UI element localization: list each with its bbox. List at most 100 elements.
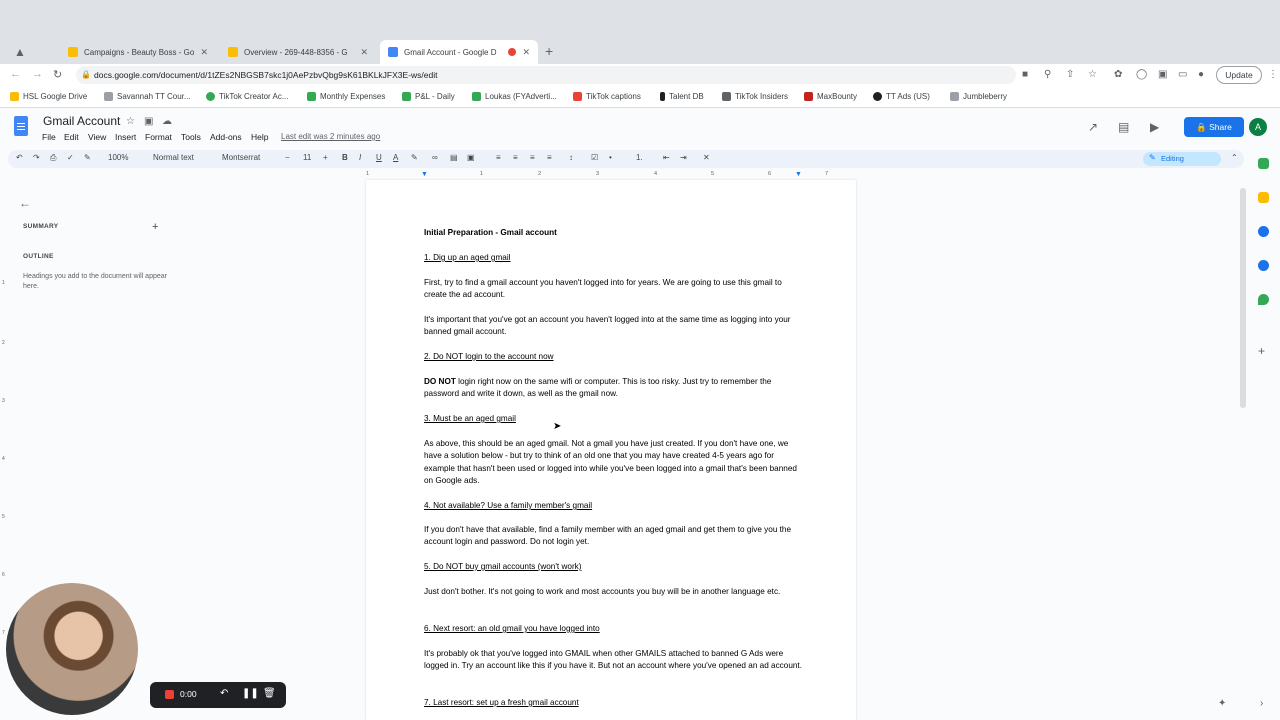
decrease-indent-icon[interactable]: ⇤: [663, 153, 670, 162]
new-tab-button[interactable]: +: [545, 43, 553, 59]
menu-addons[interactable]: Add-ons: [210, 132, 242, 142]
menu-insert[interactable]: Insert: [115, 132, 136, 142]
close-icon[interactable]: ✕: [200, 47, 208, 58]
meet-icon[interactable]: ▶: [1150, 120, 1159, 134]
tab-overview[interactable]: Overview - 269-448-8356 - G ✕: [220, 40, 376, 64]
puzzle-icon[interactable]: ▣: [1158, 69, 1167, 80]
increase-indent-icon[interactable]: ⇥: [680, 153, 687, 162]
side-panel-toggle-icon[interactable]: ›: [1260, 698, 1263, 709]
menu-edit[interactable]: Edit: [64, 132, 79, 142]
line-spacing-icon[interactable]: ↕: [569, 153, 573, 162]
maps-icon[interactable]: [1258, 294, 1269, 305]
share-button[interactable]: 🔒 Share: [1184, 117, 1244, 137]
forward-icon[interactable]: →: [32, 68, 43, 80]
menu-tools[interactable]: Tools: [181, 132, 201, 142]
style-select[interactable]: Normal text: [153, 153, 194, 162]
reading-list-icon[interactable]: ▭: [1178, 69, 1187, 80]
lock-icon[interactable]: 🔒: [81, 70, 91, 79]
scrollbar[interactable]: [1240, 188, 1246, 408]
menu-file[interactable]: File: [42, 132, 56, 142]
tab-gmail-account[interactable]: Gmail Account - Google D ✕: [380, 40, 538, 64]
menu-help[interactable]: Help: [251, 132, 268, 142]
checklist-icon[interactable]: ☑: [591, 153, 598, 162]
horizontal-ruler[interactable]: 1 1 2 3 4 5 6 7: [366, 171, 856, 180]
increase-font-icon[interactable]: +: [323, 153, 328, 162]
bookmark-item[interactable]: TikTok Creator Ac...: [206, 92, 289, 101]
tasks-icon[interactable]: [1258, 226, 1269, 237]
share-page-icon[interactable]: ⇧: [1066, 69, 1074, 80]
more-icon[interactable]: ⋮: [1268, 69, 1278, 80]
avatar[interactable]: A: [1249, 118, 1267, 136]
bookmark-item[interactable]: HSL Google Drive: [10, 92, 87, 101]
comments-icon[interactable]: ▤: [1118, 120, 1129, 134]
camera-icon[interactable]: ■: [1022, 69, 1028, 80]
extension-icon[interactable]: ✿: [1114, 69, 1122, 80]
bookmark-star-icon[interactable]: ☆: [1088, 69, 1097, 80]
webcam-bubble[interactable]: [6, 583, 138, 715]
text-color-icon[interactable]: A: [393, 153, 398, 162]
bookmark-item[interactable]: TT Ads (US): [873, 92, 930, 101]
activity-icon[interactable]: ↗: [1088, 120, 1098, 134]
align-center-icon[interactable]: ≡: [513, 153, 518, 162]
clear-formatting-icon[interactable]: ✕: [703, 153, 710, 162]
star-icon[interactable]: ☆: [126, 116, 135, 127]
docs-logo-icon[interactable]: [14, 116, 28, 136]
indent-marker-icon[interactable]: ▼: [795, 171, 802, 178]
decrease-font-icon[interactable]: −: [285, 153, 290, 162]
profile-icon[interactable]: ●: [1198, 69, 1204, 80]
align-left-icon[interactable]: ≡: [496, 153, 501, 162]
update-button[interactable]: Update: [1216, 66, 1262, 84]
bookmark-item[interactable]: Jumbleberry: [950, 92, 1007, 101]
add-on-plus-icon[interactable]: +: [1258, 344, 1265, 358]
bookmark-item[interactable]: P&L - Daily: [402, 92, 455, 101]
zoom-select[interactable]: 100%: [108, 153, 128, 162]
numbered-list-icon[interactable]: 1.: [636, 153, 643, 162]
back-icon[interactable]: ←: [10, 68, 21, 80]
comment-icon[interactable]: ▤: [450, 153, 458, 162]
reload-icon[interactable]: ↻: [53, 68, 62, 81]
bookmark-item[interactable]: Talent DB: [660, 92, 704, 101]
italic-icon[interactable]: I: [359, 153, 361, 162]
extension-icon[interactable]: ◯: [1136, 69, 1147, 80]
bookmark-item[interactable]: Savannah TT Cour...: [104, 92, 191, 101]
keep-icon[interactable]: [1258, 192, 1269, 203]
link-icon[interactable]: ∞: [432, 153, 438, 162]
paint-format-icon[interactable]: ✎: [84, 153, 91, 162]
menu-view[interactable]: View: [88, 132, 106, 142]
redo-icon[interactable]: ↷: [33, 153, 40, 162]
bookmark-item[interactable]: TikTok captions: [573, 92, 641, 101]
spellcheck-icon[interactable]: ✓: [67, 153, 74, 162]
font-select[interactable]: Montserrat: [222, 153, 260, 162]
stop-record-button[interactable]: [165, 690, 174, 699]
pause-icon[interactable]: ❚❚: [242, 688, 259, 699]
explore-icon[interactable]: ✦: [1218, 698, 1226, 709]
bookmark-item[interactable]: TikTok Insiders: [722, 92, 788, 101]
contacts-icon[interactable]: [1258, 260, 1269, 271]
bookmark-item[interactable]: MaxBounty: [804, 92, 857, 101]
undo-icon[interactable]: ↶: [16, 153, 23, 162]
bulleted-list-icon[interactable]: •: [609, 153, 612, 162]
restart-icon[interactable]: ↶: [220, 688, 228, 699]
document-title[interactable]: Gmail Account: [43, 114, 120, 128]
print-icon[interactable]: ⎙: [50, 153, 56, 163]
close-icon[interactable]: ✕: [360, 47, 368, 58]
indent-marker-icon[interactable]: ▼: [421, 171, 428, 178]
image-icon[interactable]: ▣: [467, 153, 475, 162]
close-outline-icon[interactable]: ←: [19, 196, 31, 210]
zoom-icon[interactable]: ⚲: [1044, 69, 1051, 80]
url-input[interactable]: docs.google.com/document/d/1tZEs2NBGSB7s…: [76, 66, 1016, 84]
bookmark-item[interactable]: Monthly Expenses: [307, 92, 385, 101]
tab-campaigns[interactable]: Campaigns - Beauty Boss - Go ✕: [60, 40, 216, 64]
delete-icon[interactable]: 🗑: [263, 688, 276, 699]
move-folder-icon[interactable]: ▣: [144, 116, 153, 127]
underline-icon[interactable]: U: [376, 153, 382, 162]
tab-search-icon[interactable]: ▲: [14, 45, 26, 59]
align-right-icon[interactable]: ≡: [530, 153, 535, 162]
last-edit-link[interactable]: Last edit was 2 minutes ago: [281, 132, 380, 141]
justify-icon[interactable]: ≡: [547, 153, 552, 162]
sheets-side-icon[interactable]: [1258, 158, 1269, 169]
bold-icon[interactable]: B: [342, 153, 348, 162]
highlight-icon[interactable]: ✎: [411, 153, 418, 162]
close-icon[interactable]: ✕: [522, 47, 530, 58]
bookmark-item[interactable]: Loukas (FYAdverti...: [472, 92, 557, 101]
